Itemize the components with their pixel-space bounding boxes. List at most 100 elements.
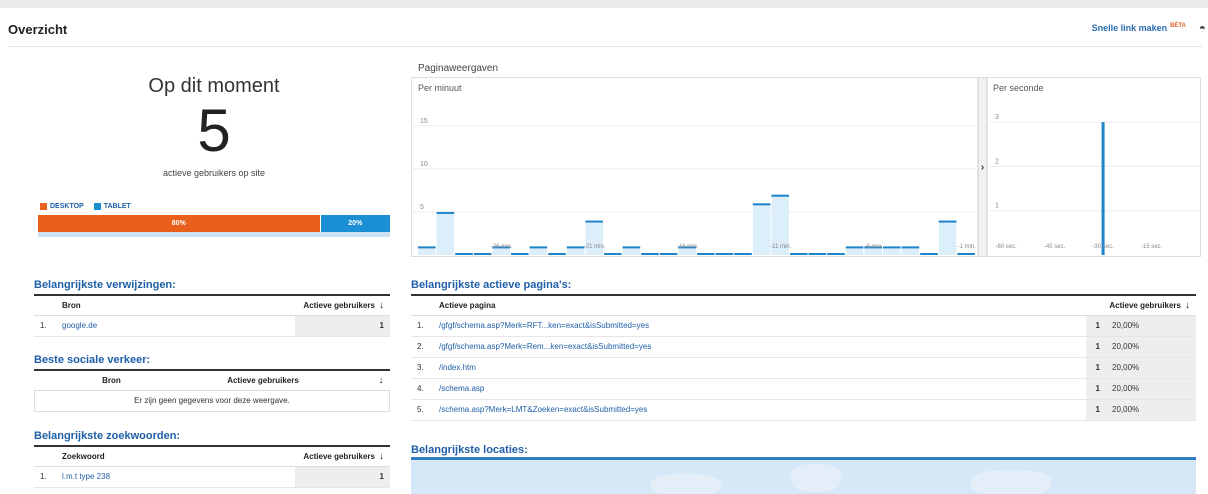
sort-column[interactable]: ↓ [359,371,390,391]
row-active-users: 1 [1086,357,1106,379]
bar-top [808,253,827,255]
col-active-users-label[interactable]: Actieve gebruikers [1109,301,1181,310]
page-link[interactable]: /schema.asp?Merk=LMT&Zoeken=exact&isSubm… [433,399,1086,421]
page-link[interactable]: /gfgf/schema.asp?Merk=Rem...ken=exact&is… [433,336,1086,358]
bar-top [771,194,789,197]
bar-top [641,253,659,255]
col-source: Bron [56,371,167,391]
x-tick-label: -45 sec. [1044,244,1066,250]
bar-top [734,253,752,255]
row-number: 2. [411,336,433,358]
bar-top [455,253,473,255]
row-number: 1. [34,466,56,488]
sort-down-icon[interactable]: ↓ [379,300,384,311]
table-row: 1. google.de 1 [34,315,390,337]
x-tick-label: -26 min. [491,244,513,250]
row-number: 4. [411,378,433,400]
y-tick-label: 15 [420,118,428,125]
map-landmass [971,470,1051,494]
x-tick-label: -1 min. [958,244,977,250]
table-row: 5. /schema.asp?Merk=LMT&Zoeken=exact&isS… [411,399,1196,421]
x-tick-label: -30 sec. [1092,244,1114,250]
bar [436,211,455,255]
referrals-title: Belangrijkste verwijzingen: [34,279,176,291]
row-number: 1. [34,315,56,337]
keywords-title: Belangrijkste zoekwoorden: [34,430,181,442]
col-active-users-label[interactable]: Actieve gebruikers [303,452,375,461]
x-tick-label: -21 min. [584,244,606,250]
bar-top [622,246,641,249]
sort-down-icon[interactable]: ↓ [1185,300,1190,311]
chevron-right-icon[interactable]: › [981,162,984,173]
bar-top [659,253,678,255]
sort-down-icon[interactable]: ↓ [379,451,384,462]
sort-down-icon[interactable]: ↓ [379,375,384,386]
bar-top [901,246,920,249]
row-percentage: 20,00% [1106,315,1196,337]
keywords-table: Zoekwoord Actieve gebruikers ↓ 1. l.m.t t… [34,447,390,488]
bar-top [790,253,808,255]
table-row: 1. /gfgf/schema.asp?Merk=RFT...ken=exact… [411,315,1196,337]
bar-top [827,253,845,255]
col-active-page: Actieve pagina [433,296,1086,316]
row-percentage: 20,00% [1106,399,1196,421]
keyword-link[interactable]: l.m.t type 238 [56,466,295,488]
table-row: 2. /gfgf/schema.asp?Merk=Rem...ken=exact… [411,336,1196,358]
page-link[interactable]: /schema.asp [433,378,1086,400]
col-num [34,296,56,316]
row-active-users: 1 [1086,399,1106,421]
row-number: 1. [411,315,433,337]
col-active-users: Actieve gebruikers [166,371,360,391]
row-percentage: 20,00% [1106,378,1196,400]
row-percentage: 20,00% [1106,336,1196,358]
bar-top [418,246,436,249]
x-tick-label: -60 sec. [995,244,1017,250]
col-active-users-label[interactable]: Actieve gebruikers [303,301,375,310]
row-active-users: 1 [1086,336,1106,358]
map-landmass [791,464,841,492]
y-tick-label: 1 [995,203,999,210]
bar-top [585,220,603,223]
col-keyword: Zoekwoord [56,447,295,467]
pages-table: Actieve pagina Actieve gebruikers ↓ 1. /g… [411,296,1196,421]
table-row: 4. /schema.asp 1 20,00% [411,378,1196,400]
social-table: Bron Actieve gebruikers ↓ Er zijn geen g… [34,371,390,412]
locations-map[interactable] [411,457,1196,494]
bar-top [957,253,975,255]
bar [752,203,771,255]
bar-top [511,253,529,255]
page-link[interactable]: /index.htm [433,357,1086,379]
bar-top [883,246,901,249]
bar-top [697,253,715,255]
col-active-users[interactable]: Actieve gebruikers ↓ [1086,296,1196,316]
referrals-table: Bron Actieve gebruikers ↓ 1. google.de 1 [34,296,390,337]
social-title: Beste sociale verkeer: [34,354,151,366]
bar [938,220,957,255]
y-tick-label: 2 [995,158,999,165]
table-row: 3. /index.htm 1 20,00% [411,357,1196,379]
y-tick-label: 10 [420,161,428,168]
bar-top [473,253,492,255]
y-tick-label: 5 [420,204,424,211]
col-num [34,447,56,467]
table-row: 1. l.m.t type 238 1 [34,466,390,488]
row-active-users: 1 [1086,315,1106,337]
row-number: 5. [411,399,433,421]
per-minute-label: Per minuut [418,83,462,93]
page-link[interactable]: /gfgf/schema.asp?Merk=RFT...ken=exact&is… [433,315,1086,337]
bar-top [604,253,622,255]
bar-top [548,253,566,255]
row-percentage: 20,00% [1106,357,1196,379]
x-tick-label: -11 min. [770,244,792,250]
bar-top [436,211,455,214]
referral-source-link[interactable]: google.de [56,315,295,337]
x-tick-label: -6 min. [865,244,884,250]
y-tick-label: 3 [995,114,999,121]
col-num [411,296,433,316]
bar [1101,122,1105,256]
bar-top [920,253,938,255]
col-active-users[interactable]: Actieve gebruikers ↓ [295,296,390,316]
bar-top [845,246,864,249]
bar-top [938,220,957,223]
col-active-users[interactable]: Actieve gebruikers ↓ [295,447,390,467]
